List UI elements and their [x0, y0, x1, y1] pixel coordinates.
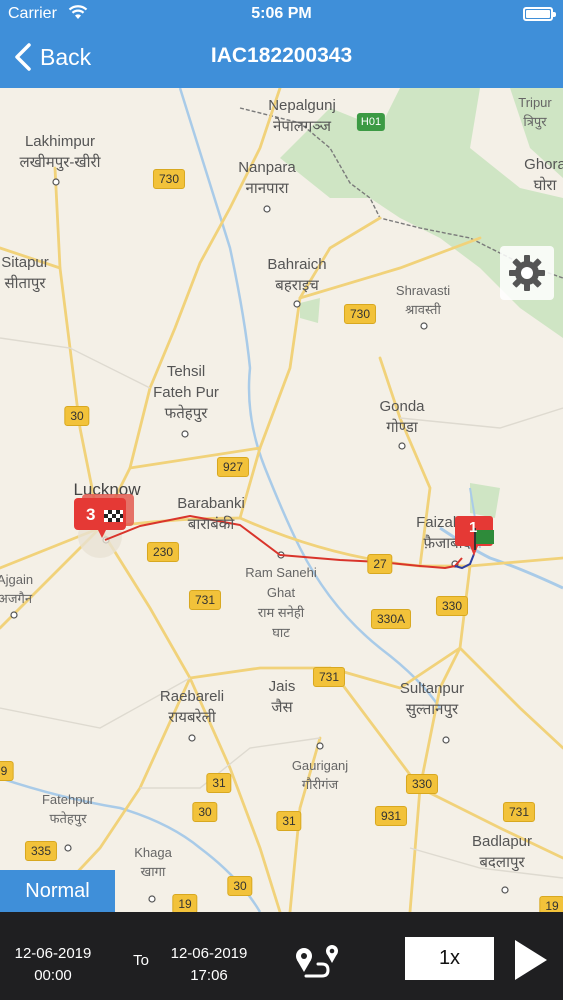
road-shield: 330	[405, 774, 439, 794]
road-shield: 335	[24, 841, 58, 861]
place-fatehpur: Fatehpur फतेहपुर	[41, 792, 95, 826]
start-marker-count: 3	[86, 505, 96, 524]
road-shield: 730	[152, 169, 186, 189]
road-shield: 30	[192, 802, 218, 822]
road-shield: 30	[227, 876, 253, 896]
place-ajgain: Ajgain अजगैन	[0, 572, 34, 606]
place-barabanki: Barabanki बाराबंकी	[177, 495, 245, 533]
route-icon[interactable]	[292, 942, 344, 982]
road-shield: 230	[146, 542, 180, 562]
start-marker-cluster[interactable]: 3	[68, 492, 138, 544]
from-date: 12-06-2019	[14, 945, 92, 962]
to-date: 12-06-2019	[170, 945, 248, 962]
settings-button[interactable]	[500, 246, 554, 300]
road-shield: H01	[356, 113, 386, 131]
road-shield: 9	[0, 761, 14, 781]
place-ghora: Ghora घोरा	[524, 156, 563, 194]
to-datetime[interactable]: 12-06-2019 17:06	[154, 943, 264, 987]
place-khaga: Khaga खागा	[134, 845, 172, 879]
end-marker[interactable]: 1	[452, 513, 496, 561]
road-shield: 927	[216, 457, 250, 477]
place-badlapur: Badlapur बदलापुर	[471, 833, 533, 871]
place-lakhimpur: Lakhimpur लखीमपुर-खीरी	[19, 133, 101, 171]
status-time: 5:06 PM	[251, 5, 312, 22]
place-jais: Jais जैस	[268, 678, 296, 716]
road-shield: 330	[435, 596, 469, 616]
nav-header: Carrier 5:06 PM Back IAC182200343	[0, 0, 563, 88]
road-shield: 31	[206, 773, 232, 793]
road-shield: 731	[312, 667, 346, 687]
road-shield: 19	[172, 894, 198, 912]
place-ram-sanehi-ghat: Ram Sanehi Ghat राम सनेही घाट	[245, 565, 317, 640]
road-shield: 27	[367, 554, 393, 574]
back-button[interactable]: Back	[14, 40, 91, 74]
to-label: To	[133, 952, 149, 969]
map-type-button[interactable]: Normal	[0, 870, 115, 912]
playback-bar: 12-06-2019 00:00 To 12-06-2019 17:06 1x	[0, 912, 563, 1000]
speed-button[interactable]: 1x	[405, 937, 494, 980]
place-nanpara: Nanpara नानपारा	[238, 159, 296, 197]
place-sitapur: Sitapur सीतापुर	[1, 254, 49, 292]
road-shield: 31	[276, 811, 302, 831]
play-icon[interactable]	[510, 938, 550, 982]
road-shield: 731	[502, 802, 536, 822]
place-shravasti: Shravasti श्रावस्ती	[395, 283, 451, 317]
place-gonda: Gonda गोण्डा	[379, 398, 425, 436]
place-sultanpur: Sultanpur सुल्तानपुर	[399, 680, 465, 718]
map-view[interactable]: Nepalgunj नेपालगञ्ज Tripur त्रिपुर Lakhimp…	[0, 88, 563, 912]
road-shield: 30	[64, 406, 90, 426]
road-shield: 330A	[370, 609, 412, 629]
to-time: 17:06	[190, 967, 228, 984]
place-bahraich: Bahraich बहराइच	[267, 256, 327, 294]
road-shield: 19	[539, 896, 563, 912]
status-bar: Carrier 5:06 PM	[0, 0, 563, 30]
end-marker-count: 1	[469, 519, 478, 536]
place-raebareli: Raebareli रायबरेली	[159, 688, 225, 726]
checkered-flag-icon	[74, 494, 134, 538]
from-datetime[interactable]: 12-06-2019 00:00	[0, 943, 108, 987]
road-shield: 730	[343, 304, 377, 324]
from-time: 00:00	[34, 967, 72, 984]
road-shield: 731	[188, 590, 222, 610]
chevron-left-icon	[15, 43, 31, 71]
place-nepalgunj: Nepalgunj नेपालगञ्ज	[268, 97, 336, 135]
place-tripur: Tripur त्रिपुर	[518, 95, 552, 129]
battery-icon	[523, 7, 556, 21]
place-gauriganj: Gauriganj गौरीगंज	[291, 758, 349, 792]
gear-icon	[509, 255, 545, 291]
place-tehsil-fateh-pur: Tehsil Fateh Pur फतेहपुर	[153, 363, 219, 422]
road-shield: 931	[374, 806, 408, 826]
back-label: Back	[40, 43, 92, 70]
